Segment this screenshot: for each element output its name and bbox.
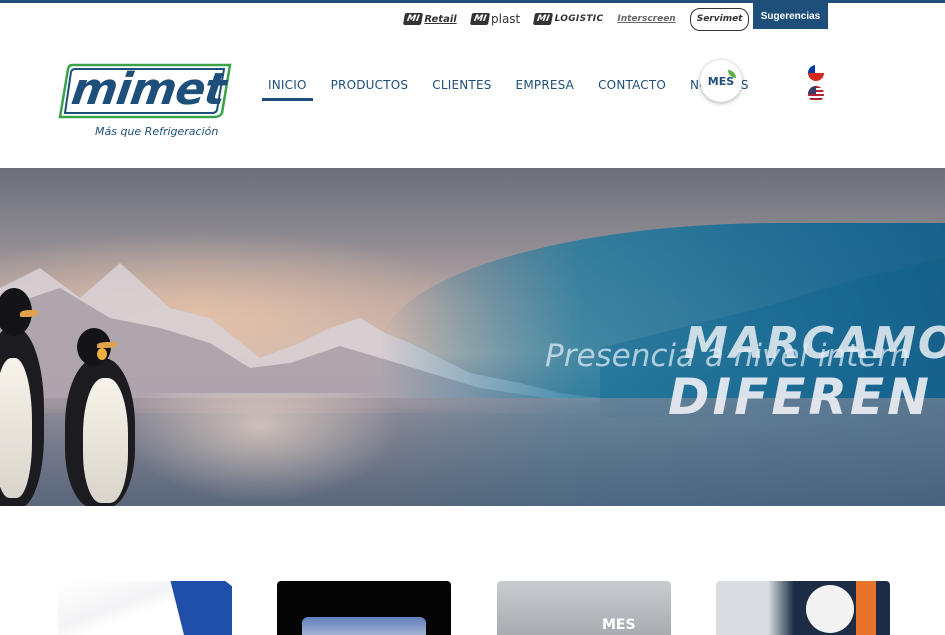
brand-strip: MI Retail MI plast MI LOGISTIC Interscre… [402, 6, 763, 32]
thumbnail-card-4[interactable] [716, 581, 890, 635]
penguin-king-icon [55, 328, 145, 506]
penguin-tuxedo-icon [0, 288, 52, 506]
brand-name: Servimet [696, 14, 743, 24]
brand-mark: MI [469, 13, 491, 25]
hero-banner[interactable]: MARCAMO Presencia a nivel intern DIFEREN [0, 168, 945, 506]
brand-link-plast[interactable]: MI plast [469, 12, 521, 26]
main-nav: INICIO PRODUCTOS CLIENTES EMPRESA CONTAC… [262, 74, 767, 101]
brand-mark: MI [533, 13, 554, 25]
nav-clientes[interactable]: CLIENTES [426, 74, 497, 101]
nav-inicio[interactable]: INICIO [262, 74, 313, 101]
thumbnail-card-3[interactable]: MES [497, 581, 671, 635]
thumbnail-card-2[interactable] [277, 581, 451, 635]
brand-name: Retail [424, 13, 457, 25]
mes-label: MES [707, 74, 735, 88]
hero-light-reflection [120, 393, 400, 503]
brand-link-logistic[interactable]: MI LOGISTIC [533, 13, 604, 25]
mes-badge-button[interactable]: MES [700, 60, 742, 102]
thumbnail-card-1[interactable] [58, 581, 232, 635]
nav-productos[interactable]: PRODUCTOS [325, 74, 415, 101]
brand-link-interscreen[interactable]: Interscreen [617, 14, 675, 24]
brand-name: LOGISTIC [554, 14, 604, 24]
chile-flag-icon[interactable] [808, 65, 824, 81]
logo-tagline: Más que Refrigeración [95, 125, 219, 138]
nav-empresa[interactable]: EMPRESA [510, 74, 581, 101]
brand-name: Interscreen [617, 14, 676, 24]
nav-contacto[interactable]: CONTACTO [592, 74, 672, 101]
brand-mark: MI [402, 13, 424, 25]
logo-wordmark: mimet [68, 64, 229, 115]
brand-link-retail[interactable]: MI Retail [402, 13, 457, 25]
usa-flag-icon[interactable] [808, 86, 824, 102]
sugerencias-button[interactable]: Sugerencias [753, 3, 828, 29]
brand-name: plast [491, 12, 521, 26]
brand-link-servimet[interactable]: Servimet [689, 7, 750, 31]
mimet-logo[interactable]: mimet Más que Refrigeración [58, 63, 232, 141]
thumbnail-mes-label: MES [602, 617, 636, 633]
hero-headline-big: DIFEREN [668, 368, 932, 426]
